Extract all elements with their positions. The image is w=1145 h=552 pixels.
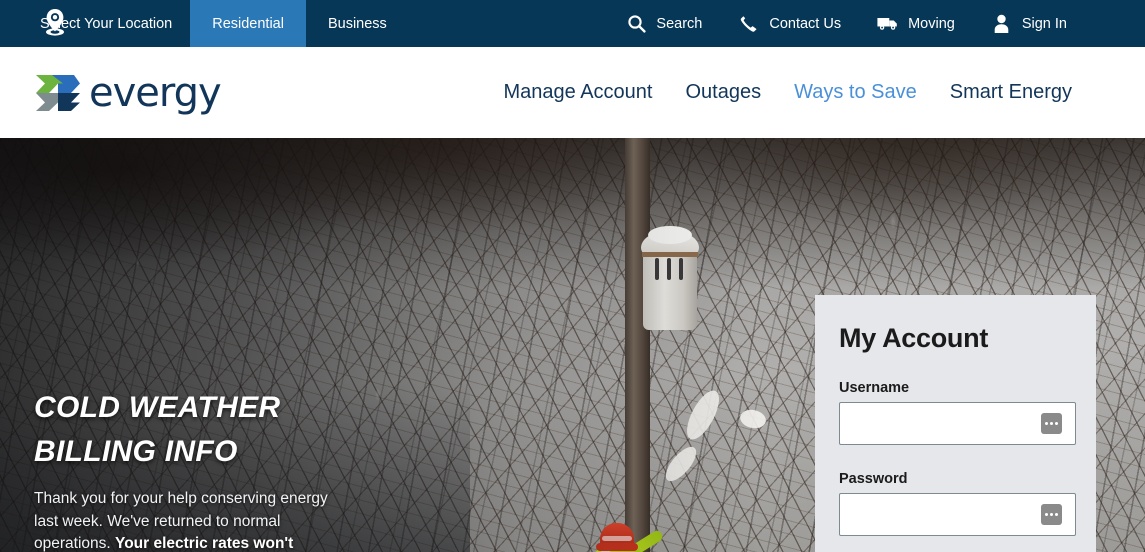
login-panel-title: My Account — [839, 323, 989, 353]
nav-smart-energy[interactable]: Smart Energy — [950, 81, 1072, 104]
segment-tab-residential-label: Residential — [212, 15, 284, 32]
sign-in-button-topbar[interactable]: Sign In — [973, 13, 1085, 35]
search-button[interactable]: Search — [607, 13, 720, 35]
utility-top-bar: Select Your Location Residential Busines… — [0, 0, 1145, 47]
segment-tab-business-label: Business — [327, 15, 387, 32]
truck-icon — [877, 13, 899, 35]
evergy-chevron-logo-icon — [36, 74, 80, 112]
moving-label: Moving — [908, 15, 955, 32]
topbar-right-group: Search Contact Us Moving Sign In — [607, 0, 1145, 47]
nav-manage-account[interactable]: Manage Account — [503, 81, 652, 104]
my-account-login-panel: My Account Username Password Remember Me… — [815, 295, 1096, 552]
autofill-dots-icon-password[interactable] — [1041, 504, 1062, 525]
moving-button[interactable]: Moving — [859, 13, 973, 35]
sign-in-label-topbar: Sign In — [1021, 15, 1067, 32]
primary-navigation: Manage Account Outages Ways to Save Smar… — [503, 81, 1072, 104]
map-pin-icon — [42, 7, 68, 39]
topbar-left-group: Select Your Location Residential Busines… — [0, 0, 409, 47]
hero-headline: COLD WEATHER BILLING INFO — [34, 386, 454, 474]
search-icon — [625, 13, 647, 35]
username-field-wrap — [839, 402, 1076, 445]
hero-copy-block: COLD WEATHER BILLING INFO Thank you for … — [34, 386, 454, 552]
hero-headline-line-1: COLD WEATHER — [34, 391, 281, 424]
nav-outages[interactable]: Outages — [685, 81, 761, 104]
hero-headline-line-2: BILLING INFO — [34, 435, 238, 468]
segment-tab-residential[interactable]: Residential — [190, 0, 306, 47]
user-icon — [991, 13, 1013, 35]
search-label: Search — [656, 15, 703, 32]
evergy-logo-link[interactable]: evergy — [36, 69, 222, 116]
username-label: Username — [839, 380, 910, 396]
password-field-wrap — [839, 493, 1076, 536]
evergy-wordmark: evergy — [89, 69, 222, 116]
hero-body-text: Thank you for your help conserving energ… — [34, 488, 344, 552]
contact-us-label: Contact Us — [769, 15, 842, 32]
select-your-location-button[interactable]: Select Your Location — [0, 0, 190, 47]
hero-banner: COLD WEATHER BILLING INFO Thank you for … — [0, 138, 1145, 552]
password-label: Password — [839, 471, 908, 487]
autofill-dots-icon[interactable] — [1041, 413, 1062, 434]
site-header: evergy Manage Account Outages Ways to Sa… — [0, 47, 1145, 138]
contact-us-button[interactable]: Contact Us — [720, 13, 859, 35]
nav-ways-to-save[interactable]: Ways to Save — [794, 81, 917, 104]
segment-tab-business[interactable]: Business — [306, 0, 409, 47]
phone-icon — [738, 13, 760, 35]
